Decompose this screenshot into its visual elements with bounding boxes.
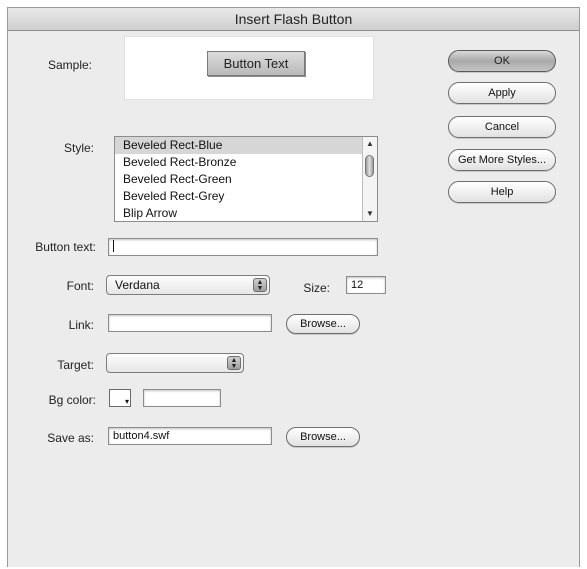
font-select[interactable]: Verdana ▲ ▼ — [106, 275, 270, 295]
sample-preview: Button Text — [124, 36, 374, 100]
updown-arrows-icon: ▲ ▼ — [227, 356, 241, 370]
save-as-input[interactable]: button4.swf — [108, 427, 272, 445]
scroll-down-arrow-icon[interactable]: ▼ — [363, 208, 377, 220]
apply-button[interactable]: Apply — [448, 82, 556, 104]
bg-color-swatch[interactable]: ▾ — [109, 389, 131, 407]
style-label: Style: — [63, 141, 94, 155]
text-caret — [113, 240, 114, 253]
scroll-up-arrow-icon[interactable]: ▲ — [363, 138, 377, 150]
get-more-styles-button[interactable]: Get More Styles... — [448, 149, 556, 171]
link-input[interactable] — [108, 314, 272, 332]
style-list-item[interactable]: Beveled Rect-Green — [115, 171, 363, 188]
style-list-item[interactable]: Beveled Rect-Blue — [115, 137, 363, 154]
style-list-item[interactable]: Beveled Rect-Bronze — [115, 154, 363, 171]
help-button[interactable]: Help — [448, 181, 556, 203]
font-label: Font: — [66, 279, 94, 293]
cancel-button[interactable]: Cancel — [448, 116, 556, 138]
link-label: Link: — [68, 318, 94, 332]
style-list[interactable]: Beveled Rect-Blue Beveled Rect-Bronze Be… — [114, 136, 378, 222]
style-list-item[interactable]: Beveled Rect-Grey — [115, 188, 363, 205]
bg-color-label: Bg color: — [48, 393, 96, 407]
size-input[interactable]: 12 — [346, 276, 386, 294]
link-browse-button[interactable]: Browse... — [286, 314, 360, 334]
updown-arrows-icon: ▲ ▼ — [253, 278, 267, 292]
style-list-scrollbar[interactable]: ▲ ▼ — [362, 137, 377, 221]
ok-button[interactable]: OK — [448, 50, 556, 72]
size-label: Size: — [303, 281, 330, 295]
dialog-title: Insert Flash Button — [8, 8, 579, 31]
font-select-value: Verdana — [115, 278, 160, 292]
scroll-thumb[interactable] — [365, 155, 374, 177]
save-as-browse-button[interactable]: Browse... — [286, 427, 360, 447]
target-select[interactable]: ▲ ▼ — [106, 353, 244, 373]
button-text-input[interactable] — [108, 238, 378, 256]
dropdown-arrow-icon: ▾ — [124, 397, 129, 406]
sample-label: Sample: — [47, 58, 92, 72]
bg-color-input[interactable] — [143, 389, 221, 407]
insert-flash-button-dialog: Insert Flash Button Sample: Button Text … — [7, 7, 580, 567]
save-as-label: Save as: — [47, 431, 94, 445]
target-label: Target: — [57, 358, 94, 372]
sample-button-preview: Button Text — [207, 51, 305, 76]
button-text-label: Button text: — [35, 240, 96, 254]
style-list-item[interactable]: Blip Arrow — [115, 205, 363, 221]
